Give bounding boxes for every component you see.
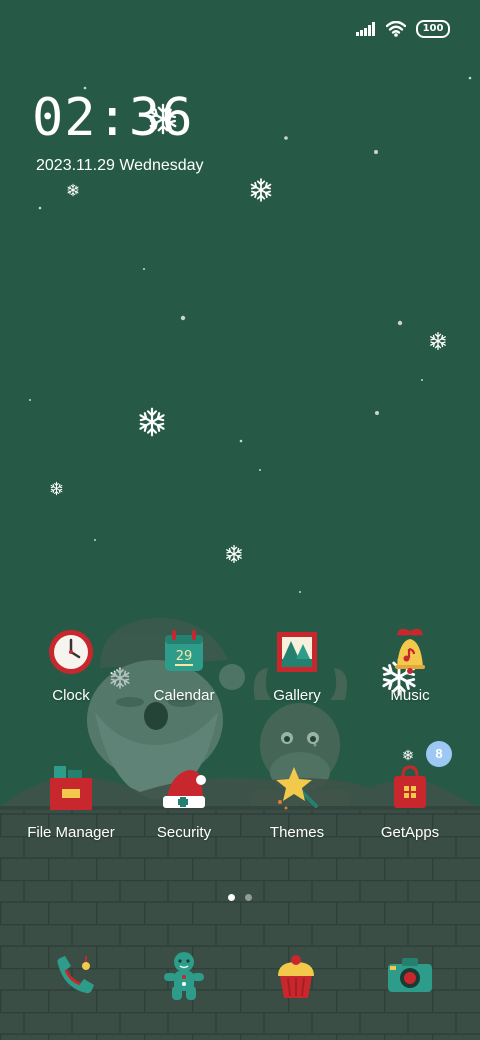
app-gallery[interactable]: Gallery [242,627,352,705]
cupcake-icon [278,955,314,998]
page-dot[interactable] [245,894,252,901]
app-label: Themes [269,824,325,841]
gingerbread-icon [164,952,204,1000]
page-dot-active[interactable] [228,894,235,901]
calendar-icon: 29 [165,630,203,671]
camera-icon [388,958,432,992]
gift-icon [50,766,92,810]
app-file-manager[interactable]: File Manager [16,764,126,842]
app-music[interactable]: Music [355,627,465,705]
notification-badge: 8 [426,741,452,767]
dock-camera[interactable] [380,946,440,1006]
shopping-bag-icon [394,765,426,808]
app-clock[interactable]: Clock [16,627,126,705]
app-label: Security [156,824,212,841]
app-label: Gallery [273,687,321,704]
app-label: File Manager [27,824,115,841]
app-label: Music [390,687,430,704]
app-calendar[interactable]: 29 Calendar [129,627,239,705]
app-security[interactable]: Security [129,764,239,842]
app-label: Clock [52,687,90,704]
calendar-day: 29 [176,649,193,664]
dock-browser[interactable] [266,946,326,1006]
gallery-icon [277,632,317,672]
bell-icon [395,628,425,674]
clock-date: 2023.11.29 Wednesday [36,157,204,174]
clock-time[interactable]: 02:36 [32,92,194,144]
dock-phone[interactable] [44,946,104,1006]
star-wand-icon [276,767,318,810]
app-label: GetApps [380,824,440,841]
app-label: Calendar [153,687,215,704]
battery-indicator: 100 [416,20,450,38]
cellular-signal-icon [356,22,375,36]
clock-icon [49,630,93,674]
santa-hat-icon [163,770,206,808]
app-getapps[interactable]: GetApps [355,764,465,842]
home-screen: 100 02:36 2023.11.29 Wednesday Clock 29 … [0,0,480,1040]
phone-icon [57,956,94,994]
wifi-icon [386,21,406,37]
app-themes[interactable]: Themes [242,764,352,842]
dock-messages[interactable] [154,946,214,1006]
status-bar: 100 [356,18,450,40]
page-indicator[interactable] [228,894,252,901]
